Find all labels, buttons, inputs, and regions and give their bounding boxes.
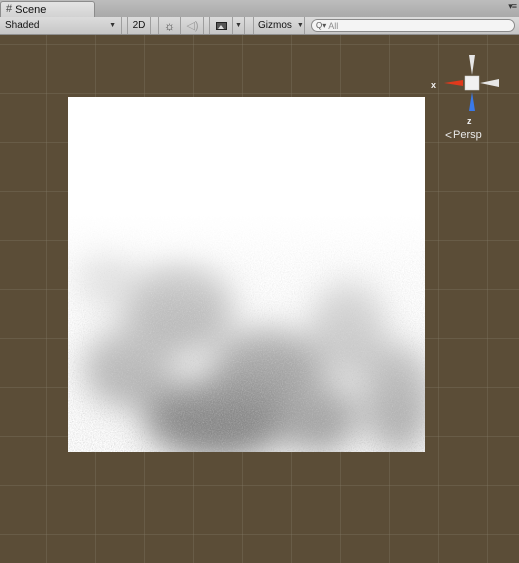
projection-label: Persp: [453, 129, 482, 141]
audio-toggle[interactable]: ◁): [182, 17, 204, 34]
gizmos-label: Gizmos: [258, 20, 292, 31]
z-axis-cone[interactable]: [469, 92, 475, 111]
grid-icon: #: [6, 3, 13, 15]
y-axis-cone[interactable]: [469, 55, 475, 75]
lighting-toggle[interactable]: ☼: [158, 17, 181, 34]
z-axis-label: z: [467, 116, 472, 126]
noise-texture-quad[interactable]: [68, 97, 425, 452]
speaker-icon: ◁): [186, 20, 199, 32]
search-field[interactable]: Q▾: [311, 19, 515, 32]
x-axis-cone[interactable]: [444, 80, 463, 86]
search-input[interactable]: [328, 20, 499, 31]
sun-icon: ☼: [164, 18, 175, 33]
chevron-down-icon: ▼: [296, 22, 304, 29]
scene-toolbar: Shaded ▼ 2D ☼ ◁) ▼ Gizmos ▼ Q▾: [0, 17, 519, 35]
neg-x-axis-cone[interactable]: [480, 79, 499, 87]
noise-texture-image: [68, 97, 425, 452]
chevron-down-icon: ▼: [109, 22, 116, 29]
search-icon: Q▾: [316, 20, 327, 30]
window-tab-strip: # Scene ▾≡: [0, 0, 519, 18]
scene-tab-label: Scene: [15, 3, 47, 16]
effects-toggle[interactable]: [209, 17, 233, 34]
gizmos-dropdown[interactable]: Gizmos ▼: [253, 17, 305, 34]
effects-dropdown[interactable]: ▼: [233, 17, 245, 34]
x-axis-label: x: [431, 80, 437, 90]
perspective-icon: <: [445, 128, 453, 142]
projection-toggle[interactable]: < Persp: [445, 128, 482, 142]
window-menu-icon[interactable]: ▾≡: [508, 2, 517, 11]
toggle-2d-label: 2D: [132, 20, 146, 31]
toggle-2d-button[interactable]: 2D: [127, 17, 151, 34]
draw-mode-label: Shaded: [5, 20, 40, 31]
chevron-down-icon: ▼: [235, 22, 242, 29]
center-cube[interactable]: [464, 75, 480, 91]
draw-mode-dropdown[interactable]: Shaded ▼: [0, 17, 122, 34]
scene-viewport[interactable]: x z < Persp: [0, 35, 519, 563]
scene-tab[interactable]: # Scene: [0, 1, 95, 17]
image-icon: [215, 21, 227, 30]
